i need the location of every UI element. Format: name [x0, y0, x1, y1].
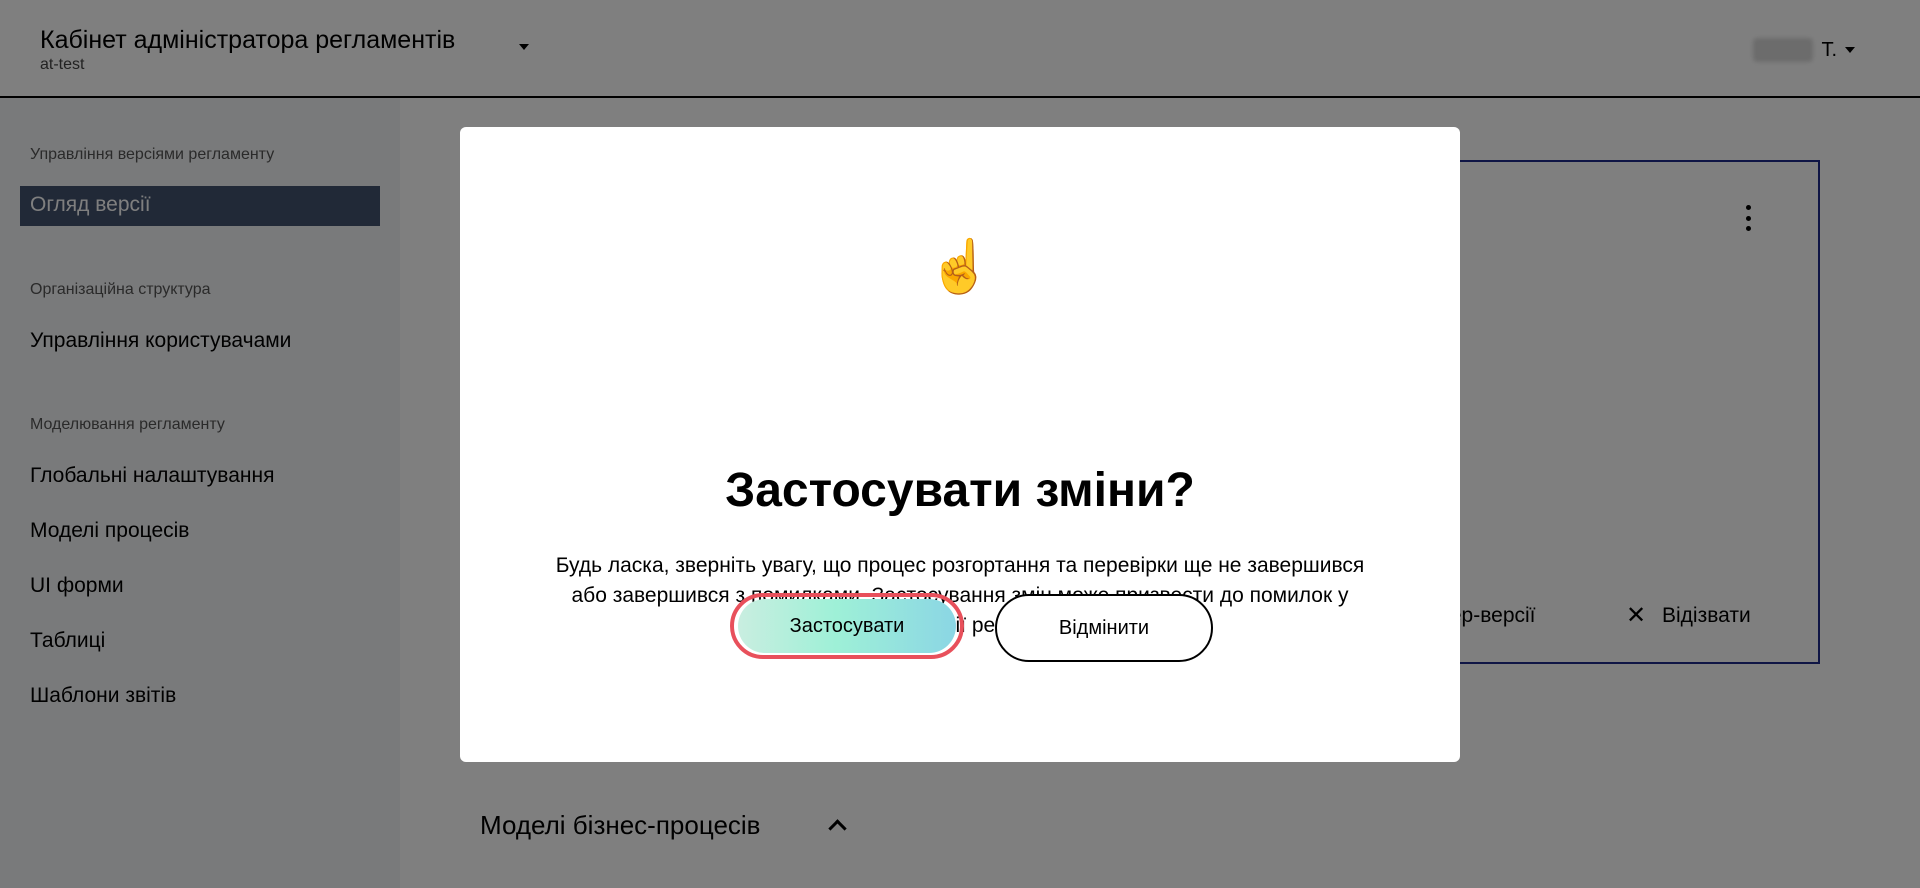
cancel-button[interactable]: Відмінити	[995, 594, 1213, 662]
pointing-finger-icon: ☝	[927, 238, 993, 296]
dialog-title: Застосувати зміни?	[725, 464, 1195, 517]
confirm-dialog: ☝ Застосувати зміни? Будь ласка, зверніт…	[460, 127, 1460, 762]
apply-button-label[interactable]: Застосувати	[738, 599, 956, 653]
apply-button[interactable]: Застосувати	[730, 593, 964, 659]
